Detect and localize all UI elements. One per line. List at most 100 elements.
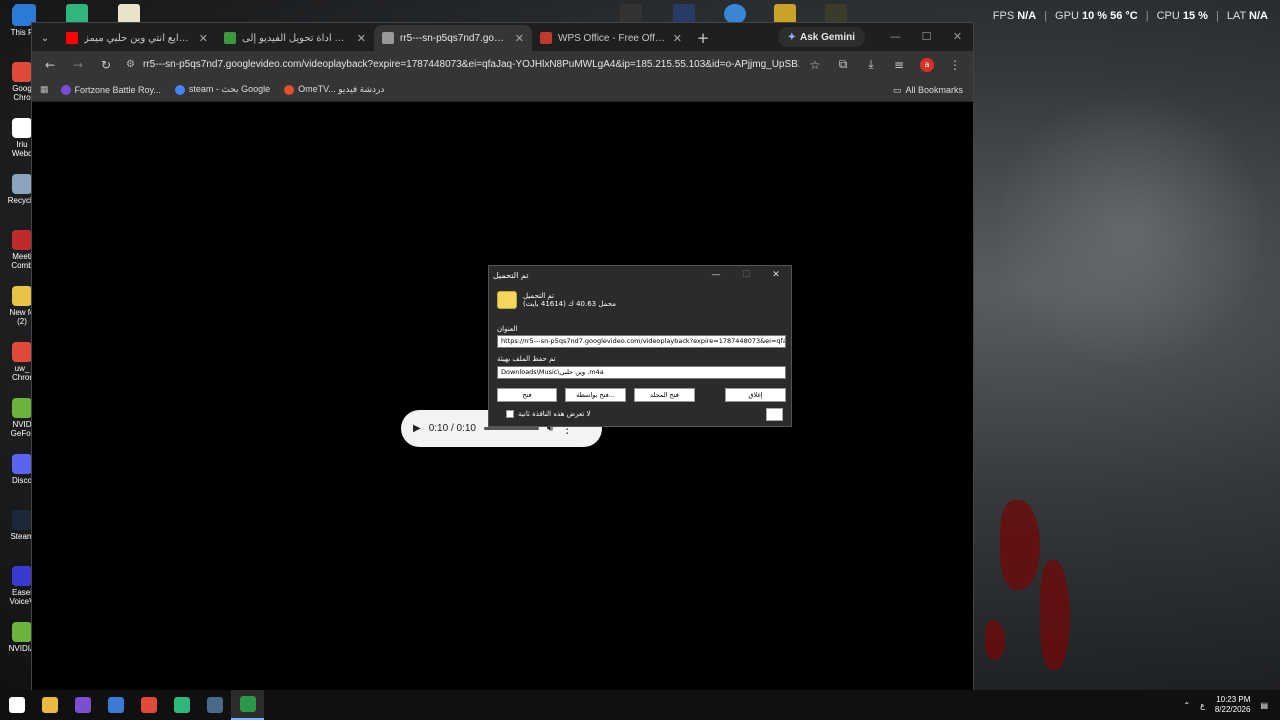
- top-app-icon[interactable]: [673, 4, 695, 24]
- bookmark-label: steam - بحث Google: [188, 84, 271, 94]
- open-button[interactable]: فتح: [497, 388, 557, 402]
- tab-title: WPS Office - Free Office Downl: [558, 32, 667, 44]
- app-icon: [12, 230, 32, 250]
- nvidia-icon: [12, 398, 32, 418]
- dont-show-again-checkbox[interactable]: لا تعرض هذه النافذة ثانية: [506, 410, 590, 418]
- top-app-icon[interactable]: [825, 4, 847, 24]
- nvidia-icon: [12, 622, 32, 642]
- taskbar-item[interactable]: [33, 690, 66, 720]
- checkbox-box[interactable]: [506, 410, 514, 418]
- idm-icon: [239, 696, 256, 712]
- top-app-icon[interactable]: [118, 4, 140, 24]
- app-icon: [107, 697, 124, 713]
- wallpaper-splatter: [985, 620, 1005, 660]
- wallpaper-splatter: [1040, 560, 1070, 670]
- all-bookmarks-button[interactable]: ▭ All Bookmarks: [893, 78, 963, 102]
- new-tab-button[interactable]: +: [690, 25, 716, 51]
- language-indicator[interactable]: ع: [1200, 701, 1205, 710]
- top-app-icon[interactable]: [66, 4, 88, 24]
- taskbar-item[interactable]: [99, 690, 132, 720]
- play-icon[interactable]: ▶: [413, 423, 421, 434]
- tab-close-icon[interactable]: ✕: [199, 32, 208, 45]
- browser-tab[interactable]: rr5---sn-p5qs7nd7.googlevideo. ✕: [374, 25, 532, 51]
- ask-gemini-button[interactable]: ✦ Ask Gemini: [777, 27, 865, 47]
- bookmark-label: OmeTV... دردشة فيديو: [298, 84, 385, 94]
- clock[interactable]: 10:23 PM 8/22/2026: [1215, 695, 1251, 715]
- open-folder-button[interactable]: فتح المجلد: [634, 388, 695, 402]
- address-field[interactable]: https://rr5---sn-p5qs7nd7.googlevideo.co…: [497, 335, 786, 348]
- site-info-icon[interactable]: ⚙: [126, 59, 135, 70]
- system-tray: ⌃ ع 10:23 PM 8/22/2026 ▤: [1183, 690, 1280, 720]
- top-app-icon[interactable]: [774, 4, 796, 24]
- progress-bar[interactable]: [483, 427, 539, 430]
- download-complete-dialog: تم التحميل — ☐ ✕ تم التحميل محمل 40.63 ك…: [488, 265, 792, 427]
- taskbar-item[interactable]: [231, 690, 264, 720]
- maximize-icon: ☐: [741, 270, 751, 280]
- menu-icon[interactable]: ⋮: [943, 54, 967, 76]
- taskbar: ⌃ ع 10:23 PM 8/22/2026 ▤: [0, 690, 1280, 720]
- extensions-icon[interactable]: ⧉: [831, 54, 855, 76]
- minimize-icon[interactable]: —: [880, 23, 911, 49]
- top-app-icon[interactable]: [724, 4, 746, 24]
- performance-overlay: FPS N/A | GPU 10 % 56 °C | CPU 15 % | LA…: [992, 10, 1268, 22]
- taskbar-item[interactable]: [165, 690, 198, 720]
- tab-title: ايع انتي وين حلبي ميمز😂😂🔥: [84, 32, 193, 44]
- youtube-icon: [66, 32, 78, 44]
- minimize-icon[interactable]: —: [701, 266, 731, 284]
- bookmarks-bar: ▦ Fortzone Battle Roy... steam - بحث Goog…: [32, 78, 973, 102]
- maximize-icon[interactable]: ☐: [911, 23, 942, 49]
- dialog-title: تم التحميل: [493, 270, 529, 280]
- tab-title: أداة تحويل الفيديو إلى MP4 أونلاي: [242, 32, 351, 44]
- bookmark-item[interactable]: OmeTV... دردشة فيديو: [284, 84, 384, 95]
- notification-icon[interactable]: ▤: [1260, 701, 1268, 710]
- folder-icon: [12, 286, 32, 306]
- globe-icon: [382, 32, 394, 44]
- browser-tab[interactable]: أداة تحويل الفيديو إلى MP4 أونلاي ✕: [216, 25, 374, 51]
- tab-close-icon[interactable]: ✕: [673, 32, 682, 45]
- media-control-icon[interactable]: ≡: [887, 54, 911, 76]
- chevron-up-icon[interactable]: ⌃: [1183, 701, 1190, 710]
- wps-icon: [540, 32, 552, 44]
- tab-close-icon[interactable]: ✕: [357, 32, 366, 45]
- cpu-value: 15 %: [1182, 10, 1208, 22]
- taskbar-item[interactable]: [132, 690, 165, 720]
- address-bar[interactable]: ⚙ rr5---sn-p5qs7nd7.googlevideo.com/vide…: [122, 53, 799, 76]
- ometv-icon: [284, 84, 295, 95]
- navigation-toolbar: ← → ↻ ⚙ rr5---sn-p5qs7nd7.googlevideo.co…: [32, 51, 973, 78]
- close-icon[interactable]: ✕: [761, 266, 791, 284]
- close-button[interactable]: إغلاق: [725, 388, 786, 402]
- saved-path-field[interactable]: Downloads\Music\وين حلبي .m4a: [497, 366, 786, 379]
- close-icon[interactable]: ✕: [942, 23, 973, 49]
- apps-grid-icon[interactable]: ▦: [40, 84, 49, 95]
- player-time: 0:10 / 0:10: [428, 423, 476, 434]
- steam-icon: [12, 510, 32, 530]
- recycle-bin-icon: [12, 174, 32, 194]
- address-label: العنوان: [497, 325, 518, 333]
- folder-icon: ▭: [892, 84, 902, 95]
- bookmark-label: Fortzone Battle Roy...: [74, 84, 161, 95]
- taskbar-item[interactable]: [0, 690, 33, 720]
- browser-tab[interactable]: WPS Office - Free Office Downl ✕: [532, 25, 690, 51]
- google-icon: [174, 84, 185, 95]
- tab-close-icon[interactable]: ✕: [515, 32, 524, 45]
- url-text: rr5---sn-p5qs7nd7.googlevideo.com/videop…: [142, 59, 799, 70]
- chrome-icon: [12, 62, 32, 82]
- open-with-button[interactable]: فتح بواسطة...: [565, 388, 626, 402]
- app-icon: [173, 697, 190, 713]
- bookmark-icon: [60, 84, 71, 95]
- bookmark-item[interactable]: steam - بحث Google: [174, 84, 271, 95]
- download-icon[interactable]: ⤓: [859, 54, 883, 76]
- tab-title: rr5---sn-p5qs7nd7.googlevideo.: [400, 32, 509, 44]
- browser-tab[interactable]: ايع انتي وين حلبي ميمز😂😂🔥 ✕: [58, 25, 216, 51]
- bookmark-item[interactable]: Fortzone Battle Roy...: [60, 84, 161, 95]
- tab-search-icon[interactable]: ⌄: [32, 25, 58, 51]
- dialog-titlebar: تم التحميل — ☐ ✕: [489, 266, 791, 284]
- bookmark-star-icon[interactable]: ☆: [803, 54, 827, 76]
- top-app-icon[interactable]: [620, 4, 642, 24]
- reload-icon[interactable]: ↻: [94, 54, 118, 76]
- taskbar-item[interactable]: [66, 690, 99, 720]
- profile-button[interactable]: a: [915, 54, 939, 76]
- back-arrow-icon[interactable]: ←: [38, 54, 62, 76]
- forward-arrow-icon[interactable]: →: [66, 54, 90, 76]
- taskbar-item[interactable]: [198, 690, 231, 720]
